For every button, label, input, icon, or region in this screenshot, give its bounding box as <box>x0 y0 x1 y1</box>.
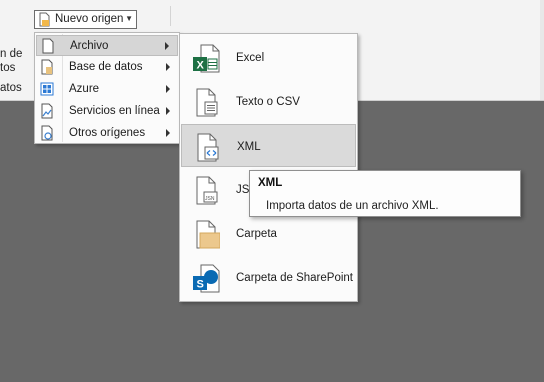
submenu-item-carpeta-sharepoint[interactable]: S Carpeta de SharePoint <box>181 256 356 299</box>
svg-text:S: S <box>197 279 204 291</box>
menu-item-label: Base de datos <box>69 61 143 73</box>
ribbon-partial-label: tos <box>0 62 16 74</box>
menu-item-label: Servicios en línea <box>69 105 160 117</box>
menu-item-label: Azure <box>69 83 100 95</box>
chevron-down-icon: ▼ <box>125 14 133 23</box>
menu-item-otros-origenes[interactable]: Otros orígenes <box>36 123 178 144</box>
chevron-right-icon <box>166 129 170 137</box>
submenu-item-xml[interactable]: XML <box>181 124 356 167</box>
text-csv-icon <box>196 88 218 117</box>
menu-item-base-de-datos[interactable]: Base de datos <box>36 57 178 78</box>
json-file-icon: JSN <box>196 176 218 205</box>
ribbon-partial-label: atos <box>0 82 22 94</box>
menu-item-label: Otros orígenes <box>69 127 146 139</box>
tooltip-title: XML <box>258 177 283 189</box>
ribbon-edge <box>540 0 544 100</box>
submenu-item-label: Excel <box>236 52 265 64</box>
submenu-item-label: XML <box>237 141 261 153</box>
ribbon-partial-label: n de <box>0 48 23 60</box>
file-icon <box>42 38 54 54</box>
azure-icon <box>40 82 54 96</box>
database-icon <box>41 59 53 75</box>
chevron-right-icon <box>166 107 170 115</box>
chevron-right-icon <box>166 85 170 93</box>
excel-file-icon: X <box>193 44 220 73</box>
archivo-submenu: X Excel Texto o CSV XML JSN Carpeta S Ca… <box>179 33 358 302</box>
submenu-item-label: Carpeta <box>236 228 277 240</box>
online-services-icon <box>41 103 53 119</box>
xml-file-icon <box>197 133 219 162</box>
new-source-button[interactable]: Nuevo origen ▼ <box>34 10 137 29</box>
sharepoint-folder-icon: S <box>193 264 220 293</box>
submenu-item-label: Carpeta de SharePoint <box>236 272 353 284</box>
submenu-item-excel[interactable]: X Excel <box>181 36 356 79</box>
folder-icon <box>196 220 220 249</box>
tooltip-description: Importa datos de un archivo XML. <box>266 200 439 212</box>
menu-item-servicios-en-linea[interactable]: Servicios en línea <box>36 101 178 122</box>
new-source-icon <box>39 12 50 27</box>
menu-item-label: Archivo <box>70 40 109 52</box>
svg-text:X: X <box>197 60 205 72</box>
menu-item-archivo[interactable]: Archivo <box>36 35 178 56</box>
new-source-menu: Archivo Base de datos Azure Servicios en… <box>34 32 180 144</box>
submenu-item-carpeta[interactable]: Carpeta <box>181 212 356 255</box>
menu-item-azure[interactable]: Azure <box>36 79 178 100</box>
chevron-right-icon <box>165 42 169 50</box>
chevron-right-icon <box>166 63 170 71</box>
submenu-item-label: Texto o CSV <box>236 96 300 108</box>
xml-tooltip: XML Importa datos de un archivo XML. <box>249 170 521 217</box>
submenu-item-texto-csv[interactable]: Texto o CSV <box>181 80 356 123</box>
svg-text:JSN: JSN <box>205 196 215 202</box>
new-source-label: Nuevo origen <box>55 13 124 25</box>
ribbon-group-divider <box>170 6 171 26</box>
other-sources-icon <box>41 125 53 141</box>
